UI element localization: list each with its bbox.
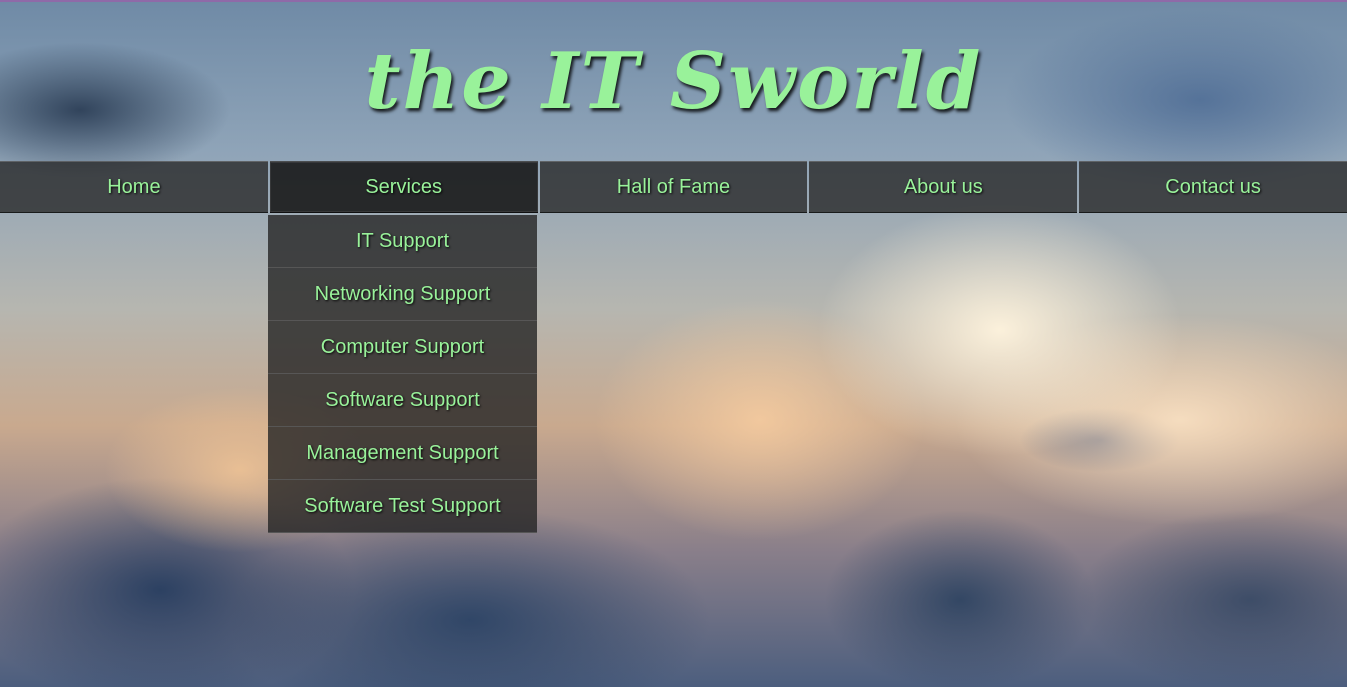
dropdown-item-networking-support[interactable]: Networking Support <box>268 268 537 321</box>
nav-item-hall-of-fame[interactable]: Hall of Fame <box>539 161 808 213</box>
dropdown-item-computer-support[interactable]: Computer Support <box>268 321 537 374</box>
dropdown-item-software-support[interactable]: Software Support <box>268 374 537 427</box>
nav-item-services[interactable]: Services <box>269 161 538 213</box>
main-nav: Home Services Hall of Fame About us Cont… <box>0 161 1347 215</box>
services-dropdown: IT Support Networking Support Computer S… <box>268 215 537 533</box>
nav-item-home[interactable]: Home <box>0 161 268 213</box>
nav-item-contact-us[interactable]: Contact us <box>1079 161 1347 213</box>
dropdown-item-it-support[interactable]: IT Support <box>268 215 537 268</box>
nav-item-about-us[interactable]: About us <box>809 161 1078 213</box>
site-logo[interactable]: the IT Sworld <box>0 8 1347 156</box>
dropdown-item-software-test-support[interactable]: Software Test Support <box>268 480 537 533</box>
top-accent-line <box>0 0 1347 2</box>
dropdown-item-management-support[interactable]: Management Support <box>268 427 537 480</box>
